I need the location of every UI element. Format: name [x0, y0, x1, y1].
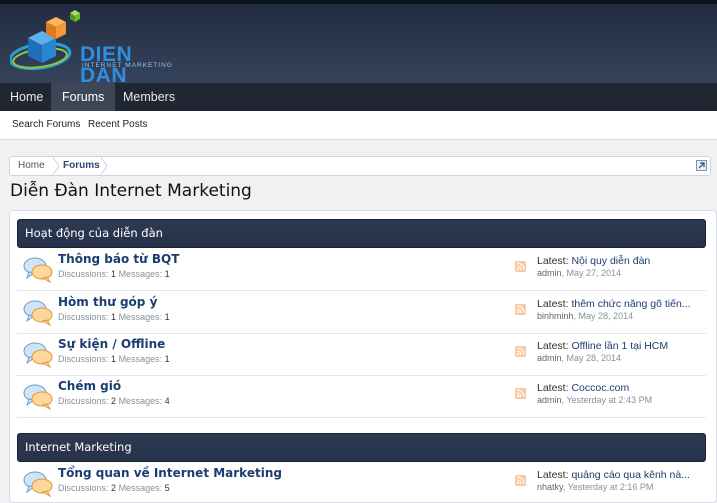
category-header: Hoạt động của diễn đàn	[17, 219, 706, 248]
latest-post-date: Yesterday at 2:16 PM	[567, 482, 654, 492]
site-logo[interactable]: DIEN DAN INTERNET MARKETING	[8, 8, 180, 86]
rss-feed-icon[interactable]	[515, 304, 526, 315]
latest-post-date: May 27, 2014	[566, 268, 622, 278]
page-title: Diễn Đàn Internet Marketing	[10, 181, 252, 201]
discussion-count: 2	[111, 483, 117, 493]
forum-title[interactable]: Sự kiện / Offline	[58, 337, 165, 351]
discussion-count: 1	[111, 354, 117, 364]
sub-nav: Search Forums Recent Posts	[0, 111, 717, 140]
breadcrumb-forums[interactable]: Forums	[63, 157, 100, 175]
speech-bubbles-icon	[23, 384, 53, 410]
latest-post-user[interactable]: admin	[537, 268, 562, 278]
message-count: 1	[164, 269, 170, 279]
latest-post: Latest: Nội quy diễn đàn	[537, 255, 651, 267]
breadcrumb: Home Forums	[9, 156, 711, 176]
category-header: Internet Marketing	[17, 433, 706, 462]
latest-post: Latest: quảng cáo qua kênh nà...	[537, 469, 690, 481]
category-title[interactable]: Hoạt động của diễn đàn	[25, 220, 163, 247]
forum-stats: Discussions: 1 Messages: 1	[58, 269, 170, 279]
latest-post-user[interactable]: nhatky	[537, 482, 563, 492]
speech-bubbles-icon	[23, 471, 53, 497]
latest-post-user[interactable]: admin	[537, 395, 562, 405]
forum-row: Sự kiện / Offline Discussions: 1 Message…	[17, 334, 706, 376]
search-forums-link[interactable]: Search Forums	[12, 111, 80, 139]
forum-title[interactable]: Chém gió	[58, 379, 121, 393]
latest-post: Latest: thêm chức năng gõ tiến...	[537, 298, 691, 310]
nav-tab-home[interactable]: Home	[0, 83, 53, 111]
latest-post-date: May 28, 2014	[578, 311, 634, 321]
latest-post: Latest: Coccoc.com	[537, 382, 630, 394]
breadcrumb-home[interactable]: Home	[18, 157, 45, 175]
rss-feed-icon[interactable]	[515, 388, 526, 399]
speech-bubbles-icon	[23, 342, 53, 368]
latest-post-user[interactable]: binhminh	[537, 311, 574, 321]
forum-stats: Discussions: 2 Messages: 4	[58, 396, 170, 406]
discussion-count: 1	[111, 269, 117, 279]
forum-row: Hòm thư góp ý Discussions: 1 Messages: 1…	[17, 292, 706, 334]
latest-post-meta: binhminh, May 28, 2014	[537, 311, 634, 321]
latest-post-date: Yesterday at 2:43 PM	[566, 395, 653, 405]
message-count: 5	[164, 483, 170, 493]
message-count: 1	[164, 354, 170, 364]
rss-feed-icon[interactable]	[515, 475, 526, 486]
category-title[interactable]: Internet Marketing	[25, 434, 132, 461]
logo-subtitle: INTERNET MARKETING	[82, 62, 173, 69]
rss-feed-icon[interactable]	[515, 261, 526, 272]
speech-bubbles-icon	[23, 300, 53, 326]
forum-row: Thông báo từ BQT Discussions: 1 Messages…	[17, 249, 706, 291]
discussion-count: 1	[111, 312, 117, 322]
message-count: 1	[164, 312, 170, 322]
forum-stats: Discussions: 1 Messages: 1	[58, 312, 170, 322]
nav-tab-forums[interactable]: Forums	[51, 83, 116, 111]
latest-post-link[interactable]: Nội quy diễn đàn	[571, 255, 650, 267]
latest-post-meta: admin, May 28, 2014	[537, 353, 622, 363]
breadcrumb-arrow-icon	[100, 157, 108, 175]
recent-posts-link[interactable]: Recent Posts	[88, 111, 147, 139]
discussion-count: 2	[111, 396, 117, 406]
latest-post-link[interactable]: quảng cáo qua kênh nà...	[571, 469, 690, 481]
latest-post: Latest: Offline lần 1 tại HCM	[537, 340, 669, 352]
latest-post-link[interactable]: Offline lần 1 tại HCM	[571, 340, 668, 352]
forum-title[interactable]: Hòm thư góp ý	[58, 295, 157, 309]
forum-stats: Discussions: 2 Messages: 5	[58, 483, 170, 493]
latest-post-meta: admin, May 27, 2014	[537, 268, 622, 278]
latest-post-date: May 28, 2014	[566, 353, 622, 363]
rss-feed-icon[interactable]	[515, 346, 526, 357]
nav-tab-members[interactable]: Members	[113, 83, 185, 111]
forum-list: Hoạt động của diễn đàn Thông báo từ BQT …	[9, 210, 717, 503]
latest-post-meta: admin, Yesterday at 2:43 PM	[537, 395, 653, 405]
forum-row: Chém gió Discussions: 2 Messages: 4 Late…	[17, 376, 706, 418]
forum-title[interactable]: Thông báo từ BQT	[58, 252, 179, 266]
site-header: DIEN DAN INTERNET MARKETING	[0, 0, 717, 86]
main-nav: Home Forums Members	[0, 83, 717, 111]
latest-post-meta: nhatky, Yesterday at 2:16 PM	[537, 482, 654, 492]
message-count: 4	[164, 396, 170, 406]
speech-bubbles-icon	[23, 257, 53, 283]
breadcrumb-arrow-icon	[52, 157, 60, 175]
forum-stats: Discussions: 1 Messages: 1	[58, 354, 170, 364]
popup-external-icon[interactable]	[696, 160, 707, 171]
latest-post-user[interactable]: admin	[537, 353, 562, 363]
latest-post-link[interactable]: Coccoc.com	[571, 382, 629, 394]
forum-title[interactable]: Tổng quan về Internet Marketing	[58, 466, 282, 480]
forum-row: Tổng quan về Internet Marketing Discussi…	[17, 463, 706, 503]
latest-post-link[interactable]: thêm chức năng gõ tiến...	[571, 298, 690, 310]
